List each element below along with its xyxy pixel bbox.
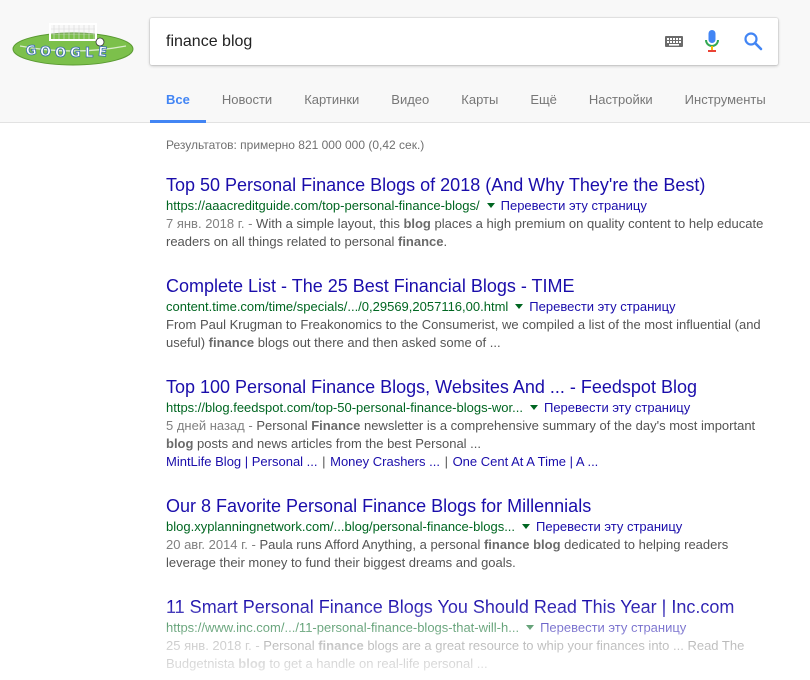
dropdown-arrow-icon[interactable] [515, 304, 524, 309]
svg-text:L: L [85, 46, 93, 61]
tab-settings[interactable]: Настройки [573, 86, 669, 123]
snippet-highlight: finance [318, 638, 364, 653]
snippet-text: Personal [263, 638, 319, 653]
snippet-highlight: finance [397, 234, 444, 249]
tab-more[interactable]: Ещё [514, 86, 573, 123]
search-result: Complete List - The 25 Best Financial Bl… [166, 275, 776, 352]
keyboard-icon[interactable] [664, 33, 684, 49]
result-date: 20 авг. 2014 г. - [166, 537, 260, 552]
snippet-highlight: finance [208, 335, 255, 350]
sitelink[interactable]: One Cent At A Time | A ... [453, 454, 599, 469]
snippet-text: to get a handle on real-life personal ..… [265, 656, 488, 671]
search-result: 11 Smart Personal Finance Blogs You Shou… [166, 596, 776, 673]
translate-page-link[interactable]: Перевести эту страницу [529, 299, 675, 314]
snippet-text: posts and news articles from the best Pe… [193, 436, 482, 451]
result-title-link[interactable]: Complete List - The 25 Best Financial Bl… [166, 275, 776, 297]
sitelink-separator: | [318, 454, 330, 469]
tab-videos[interactable]: Видео [375, 86, 445, 123]
sitelink-separator: | [440, 454, 452, 469]
search-result: Our 8 Favorite Personal Finance Blogs fo… [166, 495, 776, 572]
microphone-icon[interactable] [703, 29, 721, 53]
translate-page-link[interactable]: Перевести эту страницу [544, 400, 690, 415]
result-snippet: From Paul Krugman to Freakonomics to the… [166, 316, 776, 352]
tab-news[interactable]: Новости [206, 86, 288, 123]
result-date: 5 дней назад - [166, 418, 257, 433]
result-url-row: https://aaacreditguide.com/top-personal-… [166, 197, 776, 215]
translate-page-link[interactable]: Перевести эту страницу [536, 519, 682, 534]
snippet-text: With a simple layout, this [256, 216, 404, 231]
snippet-text: blogs out there and then asked some of .… [254, 335, 501, 350]
search-result: Top 100 Personal Finance Blogs, Websites… [166, 376, 776, 471]
dropdown-arrow-icon[interactable] [486, 203, 495, 208]
result-snippet: 25 янв. 2018 г. - Personal finance blogs… [166, 637, 776, 673]
result-title-link[interactable]: Our 8 Favorite Personal Finance Blogs fo… [166, 495, 776, 517]
dropdown-arrow-icon[interactable] [529, 405, 538, 410]
search-result: Top 50 Personal Finance Blogs of 2018 (A… [166, 174, 776, 251]
dropdown-arrow-icon[interactable] [526, 625, 535, 630]
snippet-text: . [443, 234, 448, 249]
result-date: 25 янв. 2018 г. - [166, 638, 264, 653]
result-url: blog.xyplanningnetwork.com/...blog/perso… [166, 519, 516, 534]
result-url-row: blog.xyplanningnetwork.com/...blog/perso… [166, 518, 776, 536]
svg-text:E: E [97, 45, 107, 61]
search-input[interactable] [166, 18, 646, 65]
search-tabs: Все Новости Картинки Видео Карты Ещё Нас… [150, 86, 782, 123]
svg-text:G: G [25, 43, 38, 59]
result-title-link[interactable]: Top 100 Personal Finance Blogs, Websites… [166, 376, 776, 398]
search-box [150, 18, 778, 65]
google-doodle-logo[interactable]: G O O G L E [12, 22, 134, 66]
result-url-row: https://www.inc.com/.../11-personal-fina… [166, 619, 776, 637]
result-title-link[interactable]: Top 50 Personal Finance Blogs of 2018 (A… [166, 174, 776, 196]
result-stats: Результатов: примерно 821 000 000 (0,42 … [166, 138, 425, 152]
result-url: https://blog.feedspot.com/top-50-persona… [166, 400, 523, 415]
snippet-highlight: blog [403, 216, 431, 231]
result-title-link[interactable]: 11 Smart Personal Finance Blogs You Shou… [166, 596, 776, 618]
svg-text:O: O [55, 46, 66, 61]
sitelink[interactable]: MintLife Blog | Personal ... [166, 454, 318, 469]
search-icon[interactable] [743, 31, 763, 51]
result-url: https://aaacreditguide.com/top-personal-… [166, 198, 480, 213]
snippet-highlight: finance blog [483, 537, 561, 552]
sitelink[interactable]: Money Crashers ... [330, 454, 440, 469]
result-url-row: https://blog.feedspot.com/top-50-persona… [166, 399, 776, 417]
result-url: content.time.com/time/specials/.../0,295… [166, 299, 509, 314]
snippet-text: Paula runs Afford Anything, a personal [259, 537, 484, 552]
search-header: G O O G L E Все Но [0, 0, 810, 123]
dropdown-arrow-icon[interactable] [522, 524, 531, 529]
snippet-highlight: Finance [311, 418, 361, 433]
result-snippet: 5 дней назад - Personal Finance newslett… [166, 417, 776, 453]
snippet-text: Personal [256, 418, 312, 433]
tab-images[interactable]: Картинки [288, 86, 375, 123]
svg-text:G: G [70, 46, 81, 61]
snippet-highlight: blog [238, 656, 266, 671]
snippet-highlight: blog [166, 436, 194, 451]
tab-all[interactable]: Все [150, 86, 206, 123]
translate-page-link[interactable]: Перевести эту страницу [501, 198, 647, 213]
snippet-text: newsletter is a comprehensive summary of… [360, 418, 756, 433]
result-snippet: 7 янв. 2018 г. - With a simple layout, t… [166, 215, 776, 251]
result-sitelinks: MintLife Blog | Personal ... | Money Cra… [166, 453, 776, 471]
result-date: 7 янв. 2018 г. - [166, 216, 257, 231]
result-url: https://www.inc.com/.../11-personal-fina… [166, 620, 520, 635]
svg-text:O: O [40, 45, 51, 60]
tab-tools[interactable]: Инструменты [669, 86, 782, 123]
result-snippet: 20 авг. 2014 г. - Paula runs Afford Anyt… [166, 536, 776, 572]
result-url-row: content.time.com/time/specials/.../0,295… [166, 298, 776, 316]
tab-maps[interactable]: Карты [445, 86, 514, 123]
translate-page-link[interactable]: Перевести эту страницу [540, 620, 686, 635]
